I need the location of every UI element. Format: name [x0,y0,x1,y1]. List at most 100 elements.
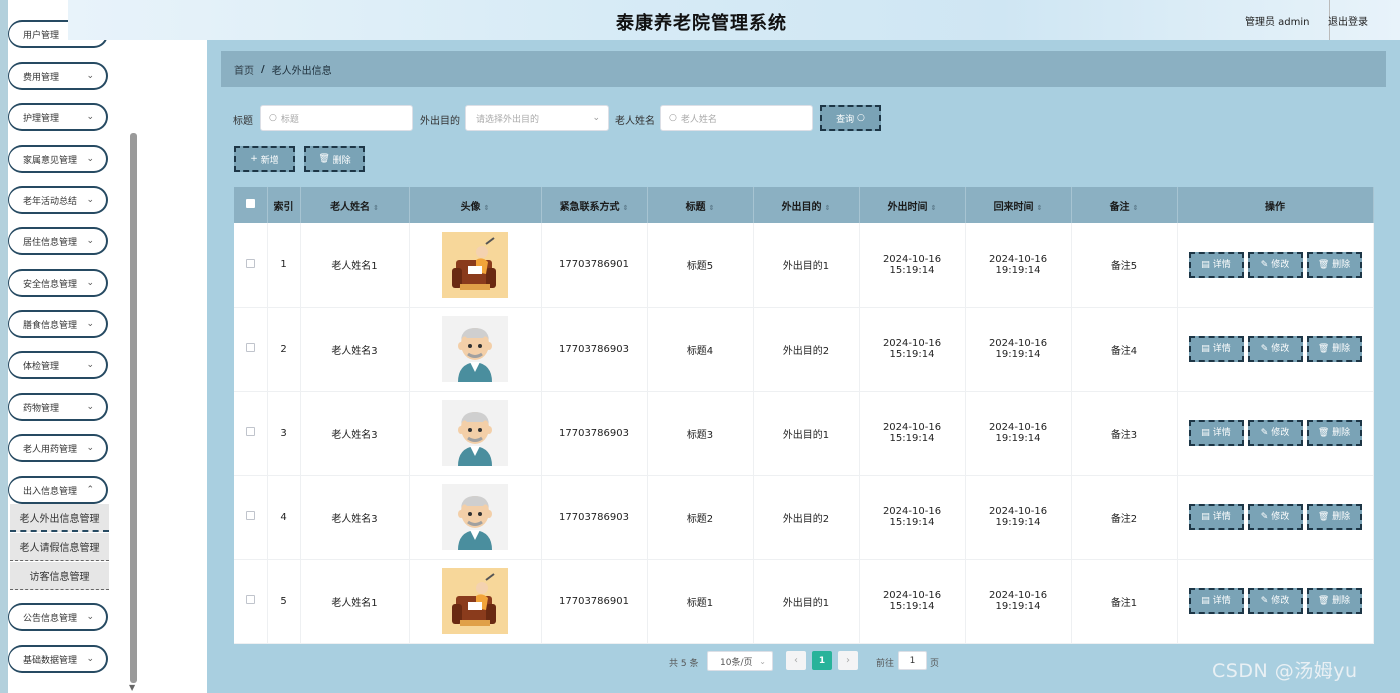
col-avatar[interactable]: 头像 ⇕ [409,187,542,223]
sort-icon[interactable]: ⇕ [931,204,937,212]
submenu-elder-outing[interactable]: 老人外出信息管理 [10,504,109,532]
sort-icon[interactable]: ⇕ [825,204,831,212]
sort-icon[interactable]: ⇕ [484,204,490,212]
col-purpose[interactable]: 外出目的 ⇕ [753,187,860,223]
row-checkbox[interactable] [245,343,255,352]
purpose-label: 外出目的 [420,116,460,127]
menu-residence[interactable]: 居住信息管理 ⌄ [8,227,108,255]
menu-checkup[interactable]: 体检管理 ⌄ [8,351,108,379]
col-name[interactable]: 老人姓名 ⇕ [300,187,410,223]
admin-user-label: 管理员 admin [1245,17,1310,28]
submenu-visitor[interactable]: 访客信息管理 [10,562,109,590]
sort-icon[interactable]: ⇕ [373,204,379,212]
cell-back-time: 2024-10-16 19:19:14 [965,391,1072,476]
cell-purpose: 外出目的2 [753,475,860,560]
detail-button[interactable]: ▤ 详情 [1188,336,1244,362]
edit-button[interactable]: ✎ 修改 [1247,420,1303,446]
cell-phone: 17703786903 [541,475,648,560]
cell-purpose: 外出目的2 [753,307,860,392]
breadcrumb-home[interactable]: 首页 [234,62,254,77]
row-checkbox[interactable] [245,511,255,520]
cell-name: 老人姓名3 [300,475,410,560]
edit-button[interactable]: ✎ 修改 [1247,336,1303,362]
sidebar-scrollbar[interactable] [130,133,137,683]
elder-name-search-input[interactable]: ○ 老人姓名 [660,105,813,131]
detail-button[interactable]: ▤ 详情 [1188,251,1244,278]
edit-button[interactable]: ✎ 修改 [1247,251,1303,278]
menu-base-data[interactable]: 基础数据管理 ⌄ [8,645,108,673]
menu-activity-summary[interactable]: 老年活动总结 ⌄ [8,186,108,214]
chevron-down-icon: ⌄ [86,71,94,81]
scroll-down-arrow-icon[interactable]: ▼ [129,683,135,692]
delete-button[interactable]: 🗑 删除 [1306,588,1362,614]
add-button[interactable]: + 新增 [234,146,295,172]
menu-access[interactable]: 出入信息管理 ⌃ [8,476,108,504]
submenu-elder-leave[interactable]: 老人请假信息管理 [10,533,109,561]
cell-back-time: 2024-10-16 19:19:14 [965,307,1072,392]
cell-index: 4 [267,475,301,560]
cell-note: 备注4 [1071,307,1178,392]
sort-icon[interactable]: ⇕ [1037,204,1043,212]
col-out-time[interactable]: 外出时间 ⇕ [859,187,966,223]
sort-icon[interactable]: ⇕ [623,204,629,212]
delete-button[interactable]: 🗑 删除 [1306,504,1362,530]
purpose-select[interactable]: 请选择外出目的 ⌄ [465,105,609,131]
col-phone[interactable]: 紧急联系方式 ⇕ [541,187,648,223]
detail-button[interactable]: ▤ 详情 [1188,588,1244,614]
row-select-cell[interactable] [234,223,268,308]
edit-icon: ✎ [1260,512,1269,522]
cell-out-time: 2024-10-16 15:19:14 [859,559,966,644]
menu-label: 用户管理 [23,30,60,41]
logout-link[interactable]: 退出登录 [1328,13,1368,28]
edit-button[interactable]: ✎ 修改 [1247,504,1303,530]
row-select-cell[interactable] [234,475,268,560]
menu-medicine[interactable]: 药物管理 ⌄ [8,393,108,421]
row-select-cell[interactable] [234,307,268,392]
batch-delete-button[interactable]: 🗑 删除 [304,146,365,172]
prev-page-button[interactable]: ‹ [786,651,806,670]
next-page-button[interactable]: › [838,651,858,670]
detail-button[interactable]: ▤ 详情 [1188,504,1244,530]
row-select-cell[interactable] [234,391,268,476]
menu-meals[interactable]: 膳食信息管理 ⌄ [8,310,108,338]
menu-fee[interactable]: 费用管理 ⌄ [8,62,108,90]
delete-label: 删除 [1332,596,1351,606]
select-all-checkbox[interactable] [245,199,255,208]
delete-button[interactable]: 🗑 删除 [1306,336,1362,362]
menu-label: 安全信息管理 [23,279,78,290]
goto-page-input[interactable]: 1 [898,651,927,670]
row-checkbox[interactable] [245,427,255,436]
menu-announcement[interactable]: 公告信息管理 ⌄ [8,603,108,631]
delete-button[interactable]: 🗑 删除 [1306,251,1362,278]
detail-button[interactable]: ▤ 详情 [1188,420,1244,446]
detail-label: 详情 [1212,428,1231,438]
cell-name: 老人姓名3 [300,391,410,476]
col-title[interactable]: 标题 ⇕ [647,187,754,223]
row-checkbox[interactable] [245,258,255,268]
query-button[interactable]: 查询 ○ [820,105,881,131]
row-checkbox[interactable] [245,595,255,604]
page-size-select[interactable]: 10条/页 ⌄ [707,651,773,671]
select-all-cell[interactable] [234,187,268,223]
menu-family-feedback[interactable]: 家属意见管理 ⌄ [8,145,108,173]
edit-label: 修改 [1271,344,1290,354]
cell-back-time: 2024-10-16 19:19:14 [965,223,1072,308]
app-title: 泰康养老院管理系统 [616,13,787,34]
menu-nursing[interactable]: 护理管理 ⌄ [8,103,108,131]
search-icon: ○ [669,113,677,123]
menu-elder-medication[interactable]: 老人用药管理 ⌄ [8,434,108,462]
trash-icon: 🗑 [1317,344,1330,354]
sort-icon[interactable]: ⇕ [709,204,715,212]
menu-safety[interactable]: 安全信息管理 ⌄ [8,269,108,297]
edit-button[interactable]: ✎ 修改 [1247,588,1303,614]
title-search-input[interactable]: ○ 标题 [260,105,413,131]
page-number-current[interactable]: 1 [812,651,832,670]
col-index: 索引 [267,187,301,223]
col-note[interactable]: 备注 ⇕ [1071,187,1178,223]
sort-icon[interactable]: ⇕ [1133,204,1139,212]
col-back-time[interactable]: 回来时间 ⇕ [965,187,1072,223]
cell-avatar [409,223,542,308]
row-select-cell[interactable] [234,559,268,644]
trash-icon: 🗑 [1317,512,1330,522]
delete-button[interactable]: 🗑 删除 [1306,420,1362,446]
